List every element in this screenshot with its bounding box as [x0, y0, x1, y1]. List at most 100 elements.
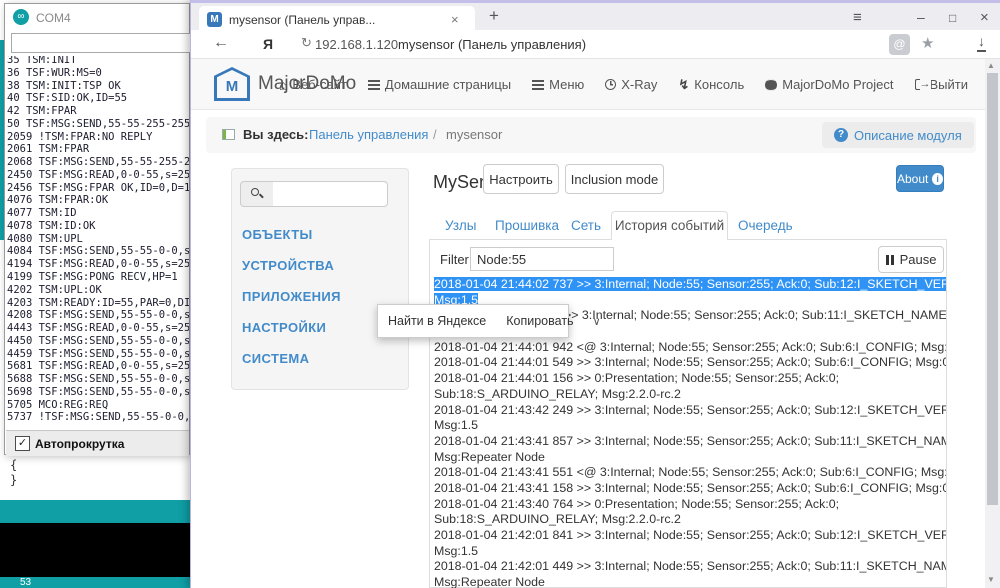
url-host[interactable]: 192.168.1.120	[315, 37, 398, 52]
search-addon	[240, 181, 274, 207]
page-scrollbar[interactable]: ▲ ▼	[985, 59, 1000, 588]
browser-addressbar: ← Я ↻ 192.168.1.120 mysensor (Панель упр…	[191, 30, 1000, 59]
tab-firmware[interactable]: Прошивка	[495, 218, 559, 233]
window-maximize-button[interactable]: □	[949, 11, 956, 25]
browser-window: M mysensor (Панель управ... × + ≡ – □ × …	[190, 0, 1000, 588]
event-log-row: Sub:18:S_ARDUINO_RELAY; Msg:2.2.0-rc.2	[434, 386, 681, 401]
context-copy[interactable]: Копировать	[496, 314, 583, 328]
at-badge-icon[interactable]: @	[889, 34, 910, 55]
serial-log-line: 5705 MCO:REG:REQ	[7, 398, 109, 411]
list-icon	[367, 79, 380, 90]
event-log-row: 2018-01-04 21:44:02 737 >> 3:Internal; N…	[434, 277, 946, 293]
list-icon	[532, 79, 545, 90]
screen: { } 53 ∞ COM4 35 TSM:INIT 36 TSF:WUR:MS=0…	[0, 0, 1000, 588]
sidebar-item-system[interactable]: СИСТЕМА	[242, 351, 309, 366]
pause-icon	[885, 254, 894, 265]
search-input[interactable]	[273, 181, 388, 207]
event-log-row: 2018-01-04 21:44:01 549 >> 3:Internal; N…	[434, 355, 946, 370]
tab-nodes[interactable]: Узлы	[445, 218, 476, 233]
arduino-code-editor[interactable]: { }	[0, 455, 192, 500]
serial-log-line: 36 TSF:WUR:MS=0	[7, 66, 102, 79]
breadcrumb-separator: /	[433, 127, 437, 142]
module-description-button[interactable]: ? Описание модуля	[822, 122, 974, 148]
download-icon[interactable]: ↓	[977, 33, 986, 52]
serial-log-line: 2456 TSF:MSG:FPAR OK,ID=0,D=1	[7, 181, 189, 194]
serial-log[interactable]: 35 TSM:INIT 36 TSF:WUR:MS=0 38 TSM:INIT:TS…	[7, 56, 189, 429]
serial-monitor-window: ∞ COM4 35 TSM:INIT 36 TSF:WUR:MS=0 38 TSM:…	[4, 3, 311, 456]
serial-log-line: 4208 TSF:MSG:SEND,55-55-0-0,s=255	[7, 309, 189, 322]
serial-log-line: 4084 TSF:MSG:SEND,55-55-0-0,s=255	[7, 245, 189, 258]
sidebar: ОБЪЕКТЫ УСТРОЙСТВА ПРИЛОЖЕНИЯ НАСТРОЙКИ …	[231, 168, 409, 390]
module-tabs: Узлы Прошивка Сеть История событий Очере…	[429, 210, 947, 240]
window-close-button[interactable]: ×	[980, 9, 989, 26]
back-icon[interactable]: ←	[213, 34, 229, 52]
nav-menu[interactable]: Меню	[532, 77, 584, 92]
new-tab-button[interactable]: +	[489, 6, 499, 26]
scrollbar-down-icon[interactable]: ▼	[987, 575, 995, 584]
autoscroll-checkbox[interactable]: ✓	[15, 436, 30, 451]
nav-logout[interactable]: → Выйти	[914, 77, 968, 92]
majordomo-logo-icon[interactable]: M	[214, 67, 250, 101]
url-page-title[interactable]: mysensor (Панель управления)	[398, 37, 586, 52]
browser-tabstrip: M mysensor (Панель управ... × + ≡ – □ ×	[191, 0, 1000, 33]
serial-log-line: 5737 !TSF:MSG:SEND,55-55-0-0,s=25	[7, 411, 189, 424]
sidebar-item-devices[interactable]: УСТРОЙСТВА	[242, 258, 334, 273]
event-log-row: 2018-01-04 21:42:01 841 >> 3:Internal; N…	[434, 528, 946, 542]
serial-log-line: 4199 TSF:MSG:PONG RECV,HP=1	[7, 271, 178, 284]
event-log-row: 2018-01-04 21:43:41 857 >> 3:Internal; N…	[434, 433, 946, 448]
serial-log-line: 42 TSM:FPAR	[7, 105, 77, 118]
nav-home-pages[interactable]: Домашние страницы	[367, 77, 511, 92]
search-icon	[251, 188, 259, 196]
module-icon	[222, 129, 235, 140]
serial-monitor-titlebar[interactable]: ∞ COM4	[5, 4, 189, 31]
tab-close-icon[interactable]: ×	[451, 12, 459, 27]
yandex-logo-icon[interactable]: Я	[263, 36, 273, 52]
browser-tab[interactable]: M mysensor (Панель управ... ×	[199, 6, 475, 33]
sidebar-item-settings[interactable]: НАСТРОЙКИ	[242, 320, 326, 335]
autoscroll-label: Автопрокрутка	[35, 437, 125, 451]
serial-log-line: 4080 TSM:UPL	[7, 232, 83, 245]
serial-log-line: 2068 TSF:MSG:SEND,55-55-255-255,s=	[7, 156, 189, 169]
serial-log-line: 5688 TSF:MSG:SEND,55-55-0-0,s=255	[7, 373, 189, 386]
tab-queue[interactable]: Очередь	[738, 218, 793, 233]
refresh-icon[interactable]: ↻	[301, 35, 312, 51]
inclusion-mode-button[interactable]: Inclusion mode	[565, 164, 664, 194]
filter-input[interactable]	[470, 247, 614, 271]
window-minimize-button[interactable]: –	[917, 9, 925, 25]
site-nav: ⌂ Веб-сайт Домашние страницы Меню X-Ray …	[279, 59, 976, 110]
event-log-row: 2018-01-04 21:43:41 158 >> 3:Internal; N…	[434, 480, 946, 495]
chevron-down-icon[interactable]: ∨	[584, 315, 610, 328]
event-log-row: 2018-01-04 21:42:01 449 >> 3:Internal; N…	[434, 559, 946, 574]
question-icon: ?	[834, 128, 848, 142]
tab-network[interactable]: Сеть	[571, 218, 601, 233]
pause-button[interactable]: Pause	[878, 246, 944, 273]
bookmark-star-icon[interactable]: ★	[921, 34, 934, 52]
event-log-row: Msg:1.5	[434, 418, 479, 433]
nav-majordomo-project[interactable]: MajorDoMo Project	[765, 77, 894, 92]
serial-log-line: 4443 TSF:MSG:READ,0-0-55,s=255,c=	[7, 322, 189, 335]
breadcrumb-link-control-panel[interactable]: Панель управления	[309, 127, 428, 142]
event-log-row: 2018-01-04 21:43:41 551 <@ 3:Internal; N…	[434, 465, 946, 480]
scrollbar-up-icon[interactable]: ▲	[987, 61, 995, 70]
sidebar-item-applications[interactable]: ПРИЛОЖЕНИЯ	[242, 289, 341, 304]
event-log-row: 2018-01-04 21:43:40 764 >> 0:Presentatio…	[434, 496, 840, 511]
arduino-ide-console	[0, 523, 192, 577]
about-button[interactable]: About i	[896, 165, 944, 192]
nav-website[interactable]: ⌂ Веб-сайт	[279, 77, 347, 92]
nav-console[interactable]: ↯ Консоль	[678, 77, 744, 93]
nav-xray[interactable]: X-Ray	[605, 77, 657, 92]
event-log-row: Msg:Repeater Node	[434, 575, 545, 588]
browser-menu-icon[interactable]: ≡	[853, 9, 862, 26]
breadcrumb: Вы здесь: Панель управления / mysensor ?…	[206, 117, 976, 153]
configure-button[interactable]: Настроить	[483, 164, 559, 194]
serial-log-line: 2059 !TSM:FPAR:NO REPLY	[7, 130, 153, 143]
breadcrumb-current: mysensor	[446, 127, 503, 142]
event-log-row: Msg:Repeater Node	[434, 449, 545, 464]
scrollbar-thumb[interactable]	[987, 73, 998, 505]
sidebar-item-objects[interactable]: ОБЪЕКТЫ	[242, 227, 313, 242]
tab-event-history-active[interactable]: История событий	[611, 211, 728, 240]
arduino-icon: ∞	[13, 9, 29, 25]
lightning-icon: ↯	[678, 76, 690, 92]
event-log-row: 2018-01-04 21:44:01 156 >> 0:Presentatio…	[434, 371, 840, 386]
context-search-yandex[interactable]: Найти в Яндексе	[378, 314, 496, 328]
